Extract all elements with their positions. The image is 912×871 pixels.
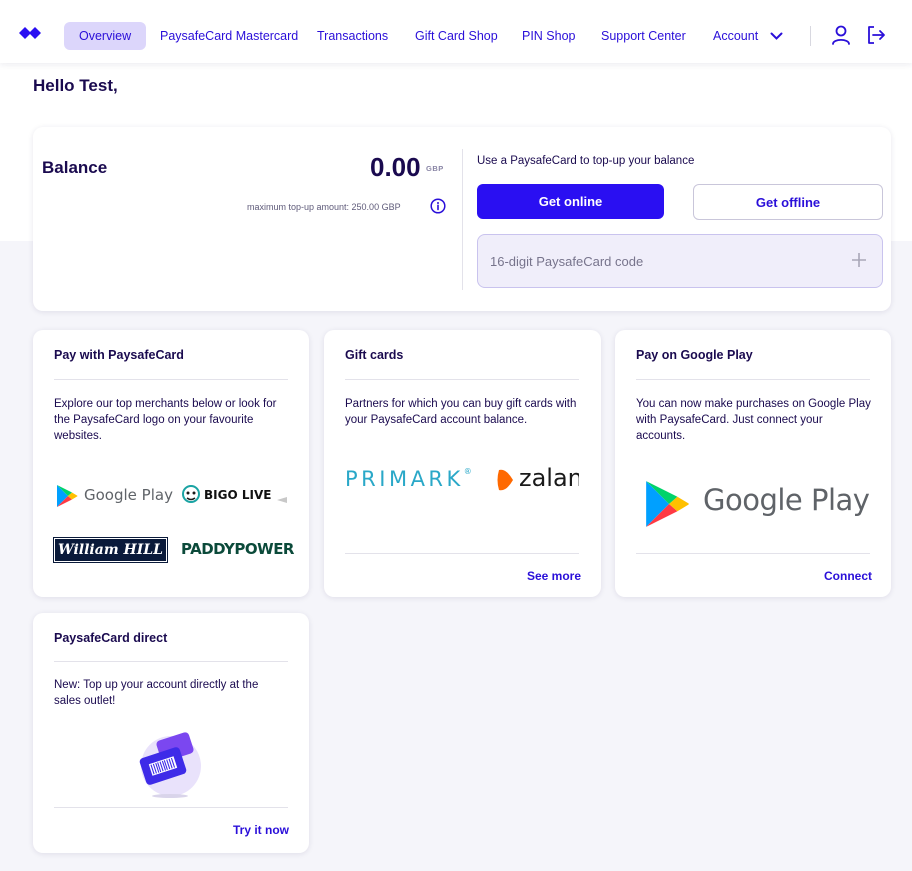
gift-card-description: Partners for which you can buy gift card… <box>345 398 577 426</box>
google-play-merchant-text: Google Play <box>84 486 173 504</box>
paysafe-logo-icon[interactable] <box>19 26 41 40</box>
pay-card-title: Pay with PaysafeCard <box>54 348 184 362</box>
william-hill-text: William HILL <box>58 542 163 558</box>
balance-divider <box>462 149 463 290</box>
nav-gift-card-shop[interactable]: Gift Card Shop <box>415 22 498 50</box>
divider <box>345 553 579 554</box>
google-card-title: Pay on Google Play <box>636 348 753 362</box>
paddy-power-logo[interactable]: PADDYPOWER <box>181 540 295 558</box>
top-nav: Overview PaysafeCard Mastercard Transact… <box>0 0 912 63</box>
google-play-logo-text: Google Play <box>703 483 870 517</box>
direct-card: PaysafeCard direct New: Top up your acco… <box>33 613 309 853</box>
try-it-now-link[interactable]: Try it now <box>233 823 289 837</box>
gift-cards-card: Gift cards Partners for which you can bu… <box>324 330 601 597</box>
divider <box>54 379 288 380</box>
zalando-flag-icon <box>497 469 513 491</box>
barcode-card-illustration-icon <box>139 732 201 798</box>
balance-amount: 0.00 <box>370 152 421 182</box>
google-play-icon <box>57 485 78 507</box>
primark-logo[interactable]: PRIMARK® <box>345 467 472 491</box>
get-online-button[interactable]: Get online <box>477 184 664 219</box>
carousel-fade-icon <box>277 497 287 503</box>
plus-icon[interactable] <box>851 252 867 268</box>
nav-account[interactable]: Account <box>713 22 783 50</box>
connect-link[interactable]: Connect <box>824 569 872 583</box>
nav-support-center[interactable]: Support Center <box>601 22 686 50</box>
balance-title: Balance <box>42 158 108 177</box>
pay-card-description: Explore our top merchants below or look … <box>54 398 277 442</box>
balance-currency: GBP <box>426 164 444 173</box>
divider <box>345 379 579 380</box>
nav-account-label: Account <box>713 29 759 43</box>
greeting: Hello Test, <box>33 76 118 95</box>
zalando-logo[interactable]: zalan <box>496 464 579 496</box>
topup-instruction: Use a PaysafeCard to top-up your balance <box>477 155 695 167</box>
divider <box>54 661 288 662</box>
balance-card: Balance 0.00 GBP maximum top-up amount: … <box>33 127 891 311</box>
nav-pin-shop[interactable]: PIN Shop <box>522 22 576 50</box>
direct-card-title: PaysafeCard direct <box>54 631 168 645</box>
google-play-icon <box>646 481 689 527</box>
chevron-down-icon <box>770 32 783 41</box>
get-offline-button[interactable]: Get offline <box>693 184 883 220</box>
bigo-mascot-icon <box>182 485 200 503</box>
bigo-live-text: BIGO LIVE <box>204 488 272 502</box>
primark-text: PRIMARK <box>345 467 464 491</box>
nav-divider <box>810 26 811 46</box>
logout-icon[interactable] <box>865 24 887 46</box>
nav-mastercard[interactable]: PaysafeCard Mastercard <box>160 22 298 50</box>
bigo-live-logo[interactable]: BIGO LIVE <box>181 482 289 510</box>
gift-card-title: Gift cards <box>345 348 404 362</box>
zalando-text: zalan <box>519 464 579 492</box>
divider <box>54 807 288 808</box>
see-more-link[interactable]: See more <box>527 569 581 583</box>
divider <box>636 553 870 554</box>
max-topup-text: maximum top-up amount: 250.00 GBP <box>247 202 401 212</box>
google-card-description: You can now make purchases on Google Pla… <box>636 398 871 442</box>
google-play-merchant-logo[interactable]: Google Play <box>54 480 174 512</box>
registered-mark: ® <box>463 467 472 476</box>
divider <box>636 379 870 380</box>
paysafecard-code-input[interactable] <box>477 234 883 288</box>
william-hill-logo[interactable]: William HILL <box>53 537 168 563</box>
google-play-card: Pay on Google Play You can now make purc… <box>615 330 891 597</box>
user-icon[interactable] <box>830 24 852 46</box>
nav-transactions[interactable]: Transactions <box>317 22 388 50</box>
pay-with-card: Pay with PaysafeCard Explore our top mer… <box>33 330 309 597</box>
nav-overview[interactable]: Overview <box>64 22 147 50</box>
info-icon[interactable] <box>430 198 446 214</box>
direct-card-description: New: Top up your account directly at the… <box>54 679 259 707</box>
